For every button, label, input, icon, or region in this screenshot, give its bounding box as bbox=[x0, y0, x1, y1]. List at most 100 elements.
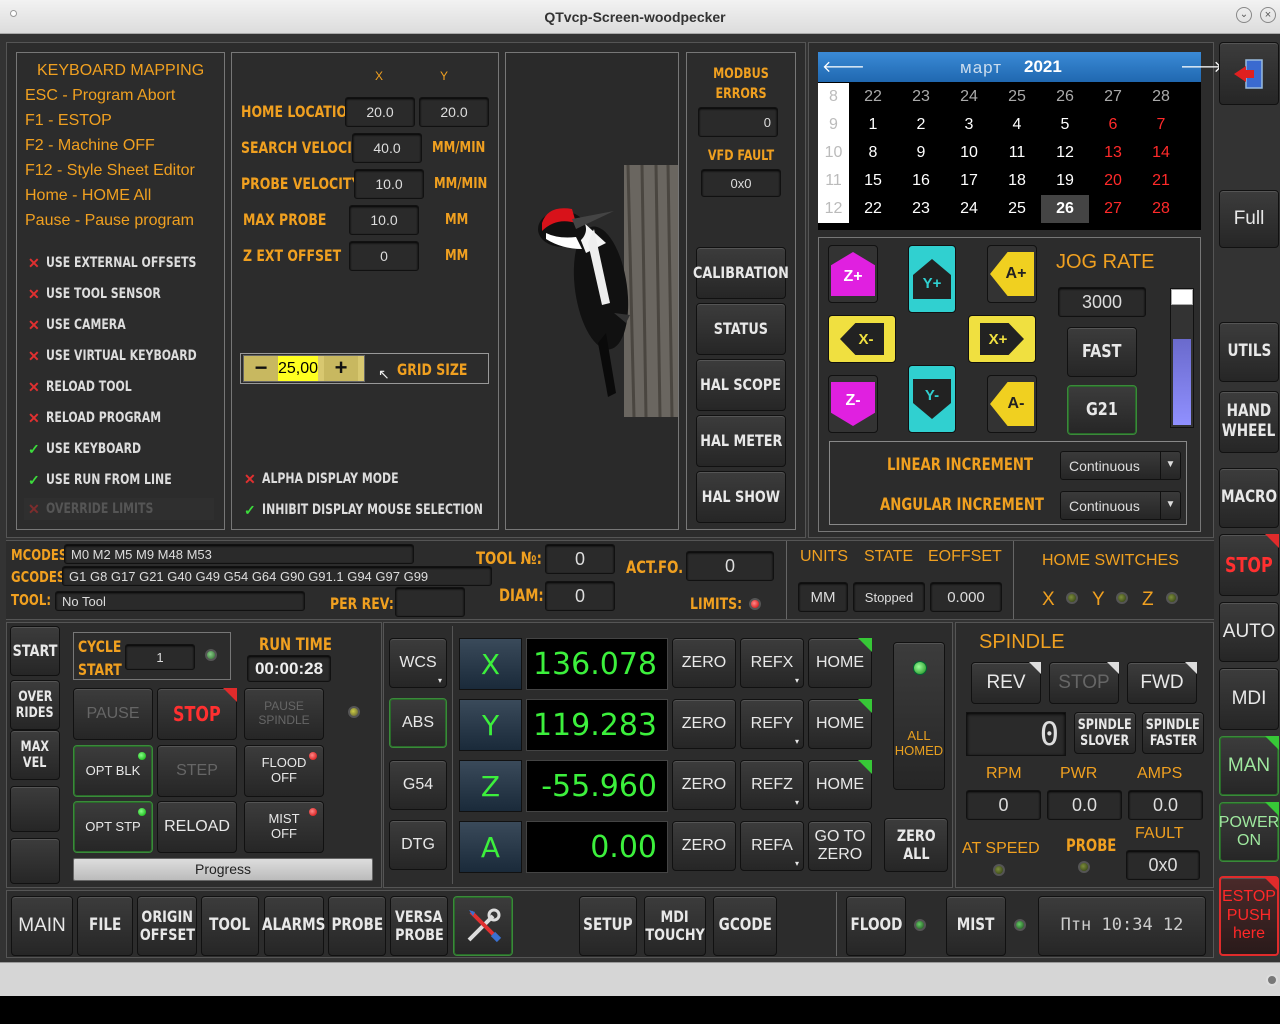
ref-a-button[interactable]: REFA ▾ bbox=[740, 821, 804, 871]
calendar-day[interactable]: 7 bbox=[1137, 111, 1185, 139]
z-ext-offset-field[interactable]: 0 bbox=[349, 241, 419, 271]
calendar-day[interactable]: 14 bbox=[1137, 139, 1185, 167]
spindle-faster-button[interactable]: SPINDLE FASTER bbox=[1142, 712, 1204, 754]
minus-icon[interactable]: − bbox=[244, 356, 278, 381]
jog-z-minus-button[interactable]: Z- bbox=[828, 375, 878, 433]
inhibit-mouse-checkbox[interactable]: ✓ INHIBIT DISPLAY MOUSE SELECTION bbox=[244, 499, 494, 521]
search-velocity-field[interactable]: 40.0 bbox=[352, 133, 422, 163]
utils-button[interactable]: UTILS bbox=[1219, 322, 1279, 382]
calendar-day[interactable]: 27 bbox=[1089, 195, 1137, 223]
tab-file[interactable]: FILE bbox=[77, 896, 133, 956]
calendar-day[interactable]: 12 bbox=[1041, 139, 1089, 167]
jog-x-plus-button[interactable]: X+ bbox=[968, 315, 1036, 363]
zero-all-button[interactable]: ZERO ALL bbox=[884, 818, 948, 872]
opt-stp-button[interactable]: OPT STP bbox=[73, 801, 153, 853]
flood-button[interactable]: FLOOD bbox=[846, 896, 906, 956]
g21-button[interactable]: G21 bbox=[1067, 385, 1137, 435]
home-x-button[interactable]: HOME bbox=[808, 638, 872, 688]
mdi-mode-button[interactable]: MDI bbox=[1219, 668, 1279, 730]
handwheel-button[interactable]: HAND WHEEL bbox=[1219, 391, 1279, 453]
calendar-day[interactable]: 23 bbox=[897, 83, 945, 111]
calendar-day[interactable]: 19 bbox=[1041, 167, 1089, 195]
cycle-count-field[interactable]: 1 bbox=[125, 644, 195, 670]
option-checkbox[interactable]: ✓ USE KEYBOARD bbox=[28, 438, 208, 460]
pause-spindle-button[interactable]: PAUSE SPINDLE bbox=[244, 688, 324, 740]
step-button[interactable]: STEP bbox=[157, 745, 237, 797]
calendar-day[interactable]: 26 bbox=[1041, 195, 1089, 223]
exit-button[interactable] bbox=[1219, 42, 1279, 105]
calendar-day[interactable]: 20 bbox=[1089, 167, 1137, 195]
estop-button[interactable]: ESTOP PUSH here bbox=[1219, 876, 1279, 956]
angular-increment-select[interactable]: Continuous ▼ bbox=[1060, 491, 1181, 520]
flood-off-button[interactable]: FLOOD OFF bbox=[244, 745, 324, 797]
minimize-icon[interactable]: ⌄ bbox=[1236, 7, 1252, 23]
max-vel-button[interactable]: MAX VEL bbox=[10, 730, 60, 780]
ref-y-button[interactable]: REFY ▾ bbox=[740, 699, 804, 749]
jog-rate-slider[interactable] bbox=[1170, 288, 1194, 428]
option-checkbox[interactable]: ✓ USE RUN FROM LINE bbox=[28, 469, 208, 491]
calendar-day[interactable]: 10 bbox=[945, 139, 993, 167]
calendar-day[interactable]: 17 bbox=[945, 167, 993, 195]
next-month-icon[interactable]: 🡒 bbox=[1180, 56, 1223, 77]
blank-button[interactable] bbox=[10, 786, 60, 832]
home-y-button[interactable]: HOME bbox=[808, 699, 872, 749]
linear-increment-select[interactable]: Continuous ▼ bbox=[1060, 451, 1181, 480]
status-button[interactable]: STATUS bbox=[696, 303, 786, 355]
tab-alarms[interactable]: ALARMS bbox=[262, 896, 326, 956]
prev-month-icon[interactable]: 🡐 bbox=[822, 56, 865, 77]
calendar-day[interactable]: 6 bbox=[1089, 111, 1137, 139]
option-checkbox[interactable]: ✕ USE VIRTUAL KEYBOARD bbox=[28, 345, 208, 367]
spindle-fwd-button[interactable]: FWD bbox=[1127, 662, 1197, 704]
man-mode-button[interactable]: MAN bbox=[1219, 736, 1279, 796]
tab-settings[interactable] bbox=[453, 896, 513, 956]
spindle-slower-button[interactable]: SPINDLE SLOVER bbox=[1074, 712, 1136, 754]
calendar-day[interactable]: 13 bbox=[1089, 139, 1137, 167]
zero-y-button[interactable]: ZERO bbox=[672, 699, 736, 749]
option-checkbox[interactable]: ✕ USE TOOL SENSOR bbox=[28, 283, 208, 305]
calendar-day[interactable]: 2 bbox=[897, 111, 945, 139]
calendar-day[interactable]: 1 bbox=[849, 111, 897, 139]
home-x-field[interactable]: 20.0 bbox=[345, 97, 415, 127]
calendar-day[interactable]: 24 bbox=[945, 195, 993, 223]
probe-velocity-field[interactable]: 10.0 bbox=[354, 169, 424, 199]
calendar-day[interactable]: 24 bbox=[945, 83, 993, 111]
jog-y-minus-button[interactable]: Y- bbox=[908, 365, 956, 433]
blank-button[interactable] bbox=[10, 838, 60, 884]
spindle-rev-button[interactable]: REV bbox=[971, 662, 1041, 704]
calibration-button[interactable]: CALIBRATION bbox=[693, 247, 789, 299]
calendar-day[interactable]: 28 bbox=[1137, 195, 1185, 223]
opt-blk-button[interactable]: OPT BLK bbox=[73, 745, 153, 797]
hal-show-button[interactable]: HAL SHOW bbox=[696, 471, 786, 523]
full-button[interactable]: Full bbox=[1219, 190, 1279, 248]
calendar-day[interactable]: 26 bbox=[1041, 83, 1089, 111]
home-z-button[interactable]: HOME bbox=[808, 760, 872, 810]
jog-y-plus-button[interactable]: Y+ bbox=[908, 245, 956, 313]
g54-button[interactable]: G54 bbox=[389, 760, 447, 810]
tab-gcode[interactable]: GCODE bbox=[713, 896, 777, 956]
tab-mdi-touchy[interactable]: MDI TOUCHY bbox=[644, 896, 706, 956]
tab-setup[interactable]: SETUP bbox=[579, 896, 637, 956]
mist-off-button[interactable]: MIST OFF bbox=[244, 801, 324, 853]
go-to-zero-button[interactable]: GO TO ZERO bbox=[808, 821, 872, 871]
tab-tool[interactable]: TOOL bbox=[201, 896, 259, 956]
calendar-month[interactable]: март bbox=[960, 58, 1002, 78]
calendar-day[interactable]: 11 bbox=[993, 139, 1041, 167]
power-on-button[interactable]: POWER ON bbox=[1219, 802, 1279, 862]
pause-button[interactable]: PAUSE bbox=[73, 688, 153, 740]
calendar-day[interactable]: 22 bbox=[849, 83, 897, 111]
option-checkbox[interactable]: ✕ RELOAD PROGRAM bbox=[28, 407, 208, 429]
tab-main[interactable]: MAIN bbox=[11, 896, 73, 956]
alpha-display-checkbox[interactable]: ✕ ALPHA DISPLAY MODE bbox=[244, 468, 484, 490]
auto-mode-button[interactable]: AUTO bbox=[1219, 602, 1279, 662]
calendar-day[interactable]: 18 bbox=[993, 167, 1041, 195]
jog-a-plus-button[interactable]: A+ bbox=[987, 245, 1037, 303]
tab-probe[interactable]: PROBE bbox=[328, 896, 386, 956]
hal-meter-button[interactable]: HAL METER bbox=[696, 415, 786, 467]
calendar-day[interactable]: 9 bbox=[897, 139, 945, 167]
calendar-day[interactable]: 5 bbox=[1041, 111, 1089, 139]
home-y-field[interactable]: 20.0 bbox=[419, 97, 489, 127]
calendar-day[interactable]: 25 bbox=[993, 195, 1041, 223]
jog-a-minus-button[interactable]: A- bbox=[987, 375, 1037, 433]
calendar-day[interactable]: 8 bbox=[849, 139, 897, 167]
ref-z-button[interactable]: REFZ ▾ bbox=[740, 760, 804, 810]
